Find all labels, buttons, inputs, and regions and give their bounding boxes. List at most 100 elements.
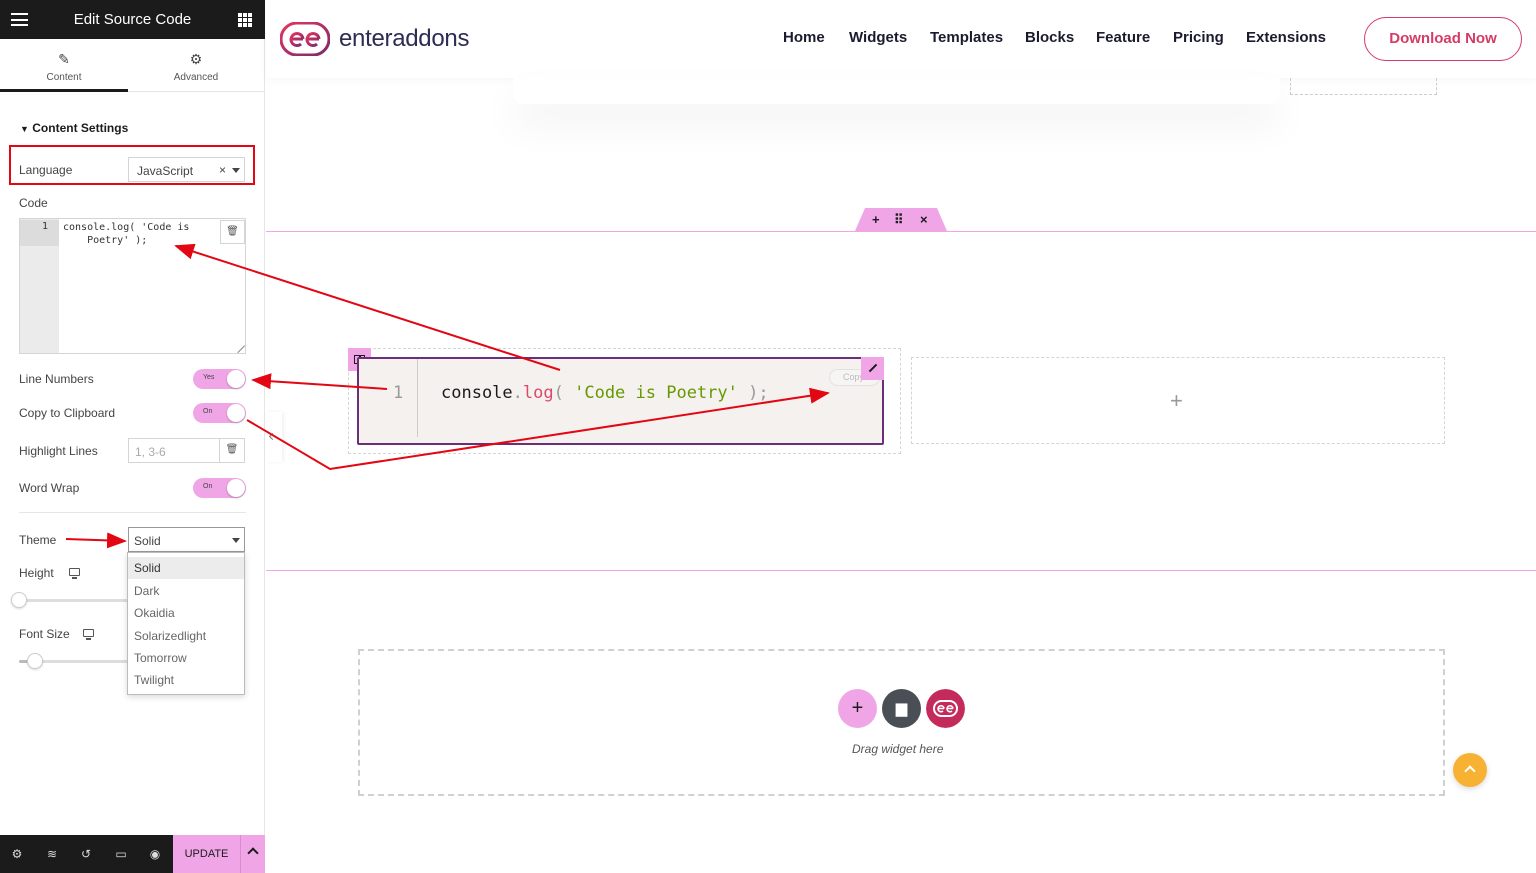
chevron-up-icon	[1464, 765, 1476, 777]
language-label: Language	[19, 163, 73, 177]
responsive-icon[interactable]: ▭	[114, 847, 128, 861]
empty-column	[1290, 78, 1437, 95]
line-numbers-toggle[interactable]: Yes	[193, 369, 246, 389]
eye-icon[interactable]: ◉	[148, 847, 162, 861]
theme-option[interactable]: Okaidia	[128, 602, 244, 624]
template-library-button[interactable]: ▆	[882, 689, 921, 728]
widgets-grid-icon[interactable]	[238, 13, 252, 27]
logo-text[interactable]: enteraddons	[339, 25, 469, 53]
word-wrap-toggle[interactable]: On	[193, 478, 246, 498]
resize-handle-icon[interactable]	[230, 338, 246, 354]
code-token: );	[737, 383, 769, 403]
desktop-icon[interactable]	[83, 629, 94, 640]
nav-blocks[interactable]: Blocks	[1025, 29, 1074, 46]
source-code-widget[interactable]: 1 console.log( 'Code is Poetry' );	[357, 357, 884, 445]
edit-widget-button[interactable]	[861, 357, 884, 380]
theme-option[interactable]: Twilight	[128, 669, 244, 691]
empty-column[interactable]: +	[911, 357, 1445, 444]
height-slider-handle[interactable]	[11, 592, 27, 608]
code-line: console.log( 'Code is Poetry' );	[441, 383, 769, 403]
nav-feature[interactable]: Feature	[1096, 29, 1150, 46]
code-token: console	[441, 383, 513, 403]
code-token: log	[522, 383, 554, 403]
drag-handle-icon[interactable]: ⠿	[894, 212, 903, 228]
language-select[interactable]: JavaScript ×	[128, 157, 245, 182]
font-size-label: Font Size	[19, 627, 70, 641]
history-icon[interactable]: ↺	[79, 847, 93, 861]
section-handle[interactable]: + ⠿ ×	[855, 208, 947, 231]
language-value: JavaScript	[137, 164, 194, 178]
delete-icon[interactable]: 🗑	[220, 220, 245, 244]
clear-icon[interactable]: ×	[219, 163, 226, 177]
line-divider	[417, 359, 418, 437]
code-text[interactable]: console.log( 'Code is Poetry' );	[63, 221, 213, 247]
desktop-icon[interactable]	[69, 568, 80, 579]
theme-label: Theme	[19, 533, 57, 547]
line-number: 1	[41, 221, 48, 232]
nav-templates[interactable]: Templates	[930, 29, 1003, 46]
section-title: Content Settings	[32, 121, 129, 135]
copy-clipboard-label: Copy to Clipboard	[19, 406, 116, 420]
code-gutter: 1	[20, 219, 59, 353]
section-toggle-content-settings[interactable]: ▼ Content Settings	[20, 121, 128, 135]
add-section-button[interactable]: +	[838, 689, 877, 728]
add-section-icon[interactable]: +	[872, 212, 880, 227]
enteraddons-logo-icon[interactable]	[280, 22, 330, 56]
panel-tabs: ✎ Content ⚙ Advanced	[0, 39, 265, 92]
highlight-lines-input[interactable]: 1, 3-6	[128, 438, 220, 463]
code-label: Code	[19, 196, 48, 210]
gear-icon[interactable]: ⚙	[10, 847, 24, 861]
height-label: Height	[19, 566, 54, 580]
nav-extensions[interactable]: Extensions	[1246, 29, 1326, 46]
theme-select[interactable]: Solid	[128, 527, 245, 552]
panel-header: Edit Source Code	[0, 0, 265, 39]
copy-clipboard-toggle[interactable]: On	[193, 403, 246, 423]
caret-down-icon: ▼	[20, 124, 29, 134]
nav-pricing[interactable]: Pricing	[1173, 29, 1224, 46]
add-element-icon[interactable]: +	[1170, 388, 1183, 414]
theme-option[interactable]: Dark	[128, 580, 244, 602]
code-token: .	[512, 383, 523, 403]
delete-icon[interactable]: 🗑	[219, 438, 245, 463]
layers-icon[interactable]: ≋	[45, 847, 59, 861]
tab-content-label: Content	[46, 72, 82, 83]
pencil-icon	[868, 363, 878, 373]
update-button[interactable]: UPDATE	[173, 835, 240, 873]
chevron-down-icon	[232, 538, 240, 543]
theme-value: Solid	[134, 534, 161, 548]
tab-advanced-label: Advanced	[173, 72, 219, 83]
theme-option[interactable]: Tomorrow	[128, 647, 244, 669]
dropdown-card	[513, 78, 1280, 104]
drag-widget-text: Drag widget here	[852, 742, 944, 756]
chevron-up-icon	[247, 847, 259, 859]
code-editor[interactable]: 1 console.log( 'Code is Poetry' ); 🗑	[19, 218, 246, 354]
code-token: (	[553, 383, 575, 403]
scroll-to-top-button[interactable]	[1453, 753, 1487, 787]
font-size-slider-handle[interactable]	[27, 653, 43, 669]
download-now-button[interactable]: Download Now	[1364, 17, 1522, 61]
enteraddons-button-icon[interactable]	[926, 689, 965, 728]
panel-footer: ⚙ ≋ ↺ ▭ ◉ UPDATE	[0, 835, 265, 873]
close-icon[interactable]: ×	[920, 212, 928, 227]
toggle-state: On	[203, 483, 213, 490]
highlight-lines-placeholder: 1, 3-6	[135, 445, 166, 459]
tab-advanced[interactable]: ⚙ Advanced	[132, 39, 260, 92]
highlight-lines-label: Highlight Lines	[19, 444, 98, 458]
chevron-down-icon	[232, 168, 240, 173]
tab-content[interactable]: ✎ Content	[0, 39, 128, 92]
divider	[19, 512, 246, 513]
toggle-state: Yes	[203, 374, 215, 381]
toggle-state: On	[203, 408, 213, 415]
theme-option[interactable]: Solid	[128, 557, 244, 579]
nav-widgets[interactable]: Widgets	[849, 29, 907, 46]
theme-dropdown: Solid Dark Okaidia Solarizedlight Tomorr…	[127, 552, 245, 695]
editor-panel: Edit Source Code ✎ Content ⚙ Advanced ▼ …	[0, 0, 265, 873]
panel-title: Edit Source Code	[73, 11, 192, 28]
word-wrap-label: Word Wrap	[19, 481, 80, 495]
line-number: 1	[393, 383, 404, 403]
nav-home[interactable]: Home	[783, 29, 825, 46]
code-token: 'Code is Poetry'	[574, 383, 738, 403]
gear-icon: ⚙	[189, 51, 203, 67]
theme-option[interactable]: Solarizedlight	[128, 625, 244, 647]
update-options-button[interactable]	[240, 835, 265, 873]
